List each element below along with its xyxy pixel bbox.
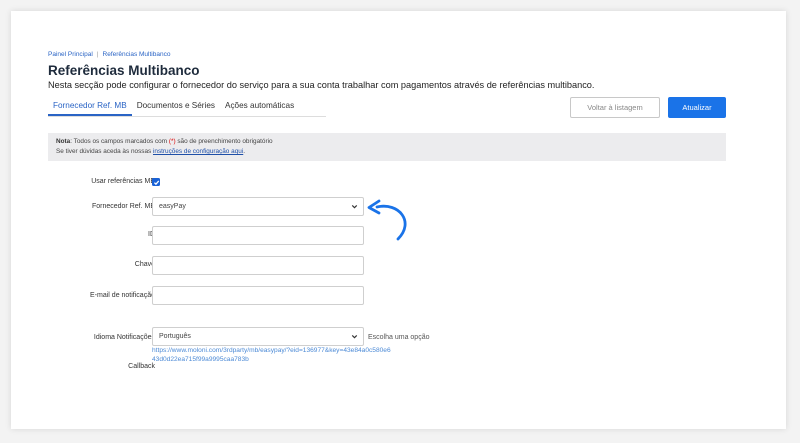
tab-documents-series[interactable]: Documentos e Séries xyxy=(132,96,220,116)
id-input[interactable] xyxy=(152,226,364,245)
back-to-list-button[interactable]: Voltar à listagem xyxy=(570,97,660,118)
curved-arrow-icon xyxy=(367,199,407,241)
email-label: E-mail de notificação xyxy=(90,292,155,299)
page-subtitle: Nesta secção pode configurar o fornecedo… xyxy=(48,80,595,90)
tab-provider[interactable]: Fornecedor Ref. MB xyxy=(48,96,132,116)
callback-url[interactable]: https://www.moloni.com/3rdparty/mb/easyp… xyxy=(152,346,392,364)
page-title: Referências Multibanco xyxy=(48,63,200,78)
instructions-link[interactable]: instruções de configuração aqui xyxy=(153,148,243,155)
chevron-down-icon xyxy=(351,335,358,339)
provider-label: Fornecedor Ref. MB xyxy=(91,203,155,210)
email-input[interactable] xyxy=(152,286,364,305)
required-mark: (*) xyxy=(168,138,176,145)
chevron-down-icon xyxy=(351,205,358,209)
note-line-2: Se tiver dúvidas aceda às nossas instruç… xyxy=(56,147,718,157)
provider-value: easyPay xyxy=(159,203,186,210)
breadcrumb-home[interactable]: Painel Principal xyxy=(48,51,93,58)
callback-label: Callback xyxy=(128,363,155,370)
note-line2-suffix: . xyxy=(243,148,246,155)
language-hint: Escolha uma opção xyxy=(368,334,430,341)
note-line-1: Nota: Todos os campos marcados com (*) s… xyxy=(56,137,718,147)
note-bold: Nota xyxy=(56,138,71,145)
update-button[interactable]: Atualizar xyxy=(668,97,726,118)
breadcrumb-current[interactable]: Referências Multibanco xyxy=(103,51,171,58)
note-text-after: são de preenchimento obrigatório xyxy=(175,138,273,145)
key-input[interactable] xyxy=(152,256,364,275)
note-line2-prefix: Se tiver dúvidas aceda às nossas xyxy=(56,148,153,155)
tab-automatic-actions[interactable]: Ações automáticas xyxy=(220,96,299,116)
check-icon xyxy=(153,180,159,185)
use-mb-checkbox[interactable] xyxy=(152,178,160,186)
language-value: Português xyxy=(159,333,191,340)
breadcrumb-separator: | xyxy=(96,51,99,58)
language-select[interactable]: Português xyxy=(152,327,364,346)
language-label: Idioma Notificações xyxy=(93,334,155,341)
provider-select[interactable]: easyPay xyxy=(152,197,364,216)
use-mb-label: Usar referências MB xyxy=(91,178,155,185)
note-text-before: : Todos os campos marcados com xyxy=(70,138,169,145)
tabs-divider xyxy=(48,116,326,117)
required-fields-note: Nota: Todos os campos marcados com (*) s… xyxy=(48,133,726,161)
tab-bar: Fornecedor Ref. MB Documentos e Séries A… xyxy=(48,96,299,116)
breadcrumb: Painel Principal | Referências Multibanc… xyxy=(48,51,170,58)
